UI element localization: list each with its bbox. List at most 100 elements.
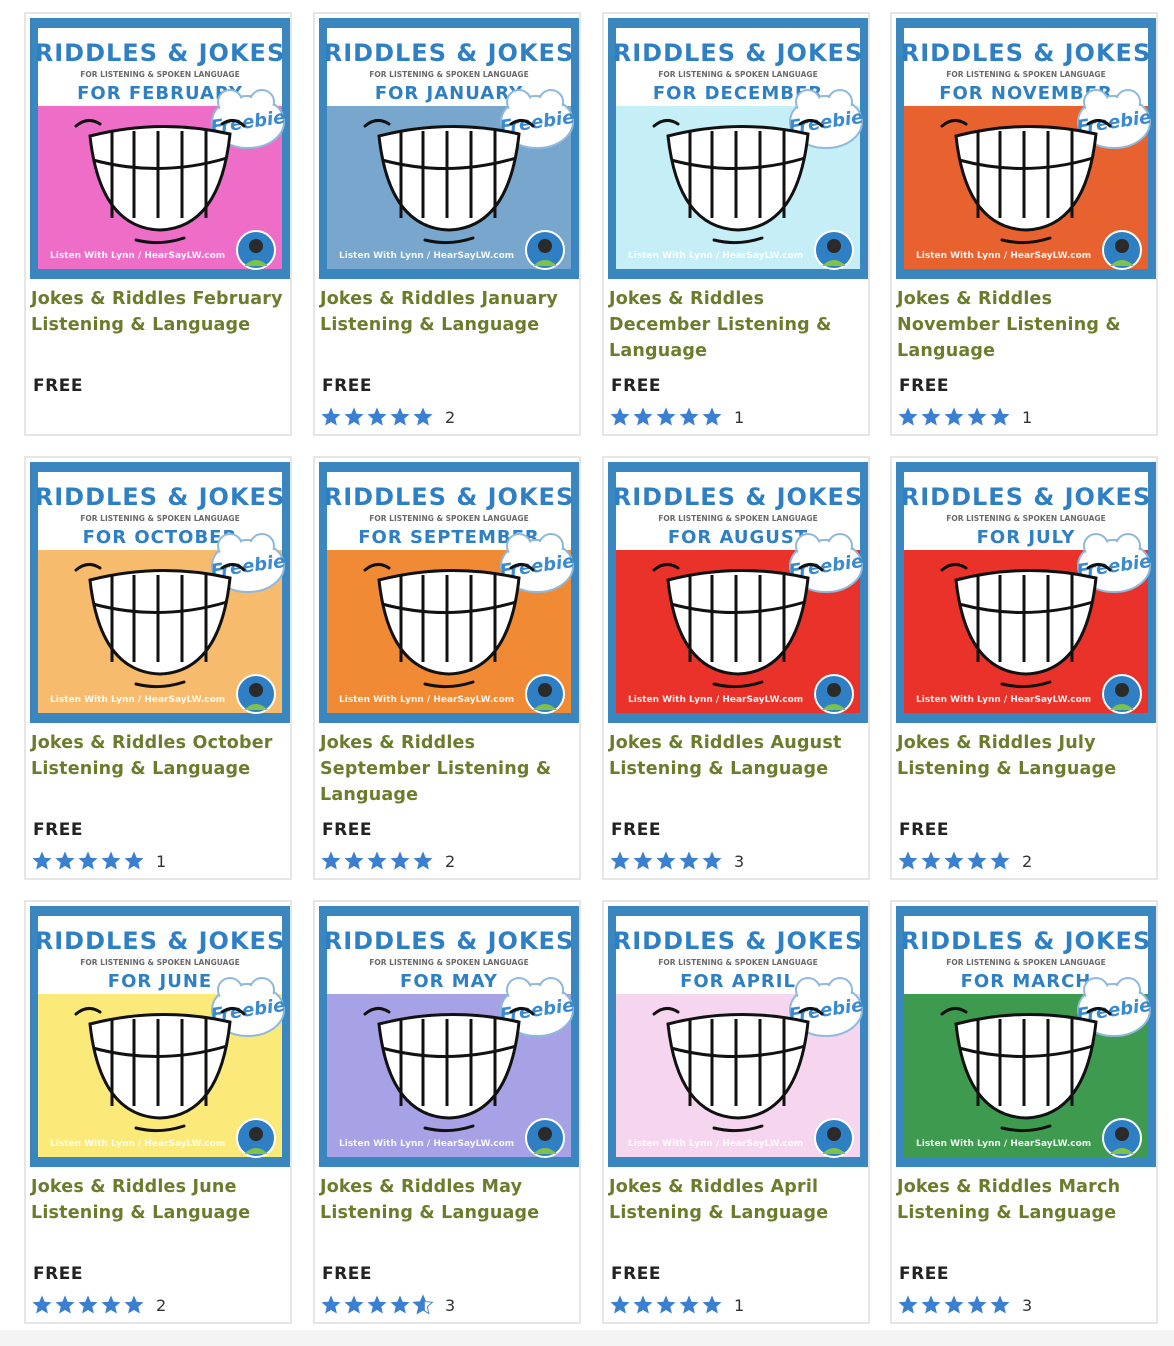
star-icon <box>897 1294 919 1316</box>
product-title-link[interactable]: Jokes & Riddles January Listening & Langu… <box>320 286 578 338</box>
rating-count: 3 <box>1022 1295 1033 1315</box>
product-thumbnail[interactable]: RIDDLES & JOKES FOR LISTENING & SPOKEN LA… <box>30 906 290 1167</box>
thumb-footer-text: Listen With Lynn / HearSayLW.com <box>339 695 514 705</box>
thumb-sub-text: FOR LISTENING & SPOKEN LANGUAGE <box>80 958 239 967</box>
product-rating[interactable]: 1 <box>897 406 1032 428</box>
thumb-header-text: RIDDLES & JOKES <box>35 39 285 67</box>
avatar-logo <box>525 230 565 270</box>
star-icon <box>701 850 723 872</box>
product-card[interactable]: RIDDLES & JOKES FOR LISTENING & SPOKEN LA… <box>602 12 870 436</box>
product-title-line: Jokes & Riddles April <box>609 1177 819 1197</box>
product-title-link[interactable]: Jokes & Riddles February Listening & Lang… <box>31 286 289 338</box>
rating-stars <box>897 1294 1011 1316</box>
product-card[interactable]: RIDDLES & JOKES FOR LISTENING & SPOKEN LA… <box>602 900 870 1324</box>
star-half-icon <box>412 1294 434 1316</box>
thumb-footer-text: Listen With Lynn / HearSayLW.com <box>916 1139 1091 1149</box>
product-rating[interactable]: 2 <box>320 850 455 872</box>
thumb-sub-text: FOR LISTENING & SPOKEN LANGUAGE <box>369 958 528 967</box>
star-icon <box>366 1294 388 1316</box>
thumb-footer-text: Listen With Lynn / HearSayLW.com <box>50 695 225 705</box>
product-card[interactable]: RIDDLES & JOKES FOR LISTENING & SPOKEN LA… <box>890 900 1158 1324</box>
product-title-line: Listening & Language <box>31 759 251 779</box>
product-card[interactable]: RIDDLES & JOKES FOR LISTENING & SPOKEN LA… <box>24 12 292 436</box>
product-rating[interactable]: 3 <box>320 1294 455 1316</box>
thumb-header-text: RIDDLES & JOKES <box>324 39 574 67</box>
thumb-header-text: RIDDLES & JOKES <box>613 927 863 955</box>
thumb-header-text: RIDDLES & JOKES <box>901 39 1151 67</box>
star-icon <box>320 1294 342 1316</box>
product-thumbnail[interactable]: RIDDLES & JOKES FOR LISTENING & SPOKEN LA… <box>608 462 868 723</box>
avatar-logo <box>1102 674 1142 714</box>
product-thumbnail[interactable]: RIDDLES & JOKES FOR LISTENING & SPOKEN LA… <box>608 18 868 279</box>
product-card[interactable]: RIDDLES & JOKES FOR LISTENING & SPOKEN LA… <box>313 12 581 436</box>
product-title-line: Listening & Language <box>897 759 1117 779</box>
product-price: FREE <box>322 820 372 840</box>
product-title-line: Listening & Language <box>609 1203 829 1223</box>
star-icon <box>123 1294 145 1316</box>
product-thumbnail[interactable]: RIDDLES & JOKES FOR LISTENING & SPOKEN LA… <box>608 906 868 1167</box>
thumb-sub-text: FOR LISTENING & SPOKEN LANGUAGE <box>658 958 817 967</box>
thumb-header-text: RIDDLES & JOKES <box>324 483 574 511</box>
product-card[interactable]: RIDDLES & JOKES FOR LISTENING & SPOKEN LA… <box>24 900 292 1324</box>
rating-stars <box>320 406 434 428</box>
product-thumbnail[interactable]: RIDDLES & JOKES FOR LISTENING & SPOKEN LA… <box>30 18 290 279</box>
product-rating[interactable]: 1 <box>31 850 166 872</box>
product-card[interactable]: RIDDLES & JOKES FOR LISTENING & SPOKEN LA… <box>602 456 870 880</box>
product-rating[interactable]: 2 <box>320 406 455 428</box>
rating-stars <box>609 850 723 872</box>
thumb-sub-text: FOR LISTENING & SPOKEN LANGUAGE <box>946 958 1105 967</box>
product-rating[interactable]: 1 <box>609 406 744 428</box>
thumb-sub-text: FOR LISTENING & SPOKEN LANGUAGE <box>369 514 528 523</box>
product-thumbnail[interactable]: RIDDLES & JOKES FOR LISTENING & SPOKEN LA… <box>30 462 290 723</box>
thumb-footer-text: Listen With Lynn / HearSayLW.com <box>628 1139 803 1149</box>
product-title-line: Jokes & Riddles May <box>320 1177 523 1197</box>
thumb-footer-text: Listen With Lynn / HearSayLW.com <box>628 695 803 705</box>
product-rating[interactable]: 2 <box>897 850 1032 872</box>
star-icon <box>920 406 942 428</box>
star-icon <box>966 850 988 872</box>
star-icon <box>632 850 654 872</box>
page-bottom-strip <box>0 1330 1174 1346</box>
product-title-line: Jokes & Riddles February <box>31 289 283 309</box>
product-thumbnail[interactable]: RIDDLES & JOKES FOR LISTENING & SPOKEN LA… <box>319 462 579 723</box>
star-icon <box>655 406 677 428</box>
star-icon <box>943 1294 965 1316</box>
product-price: FREE <box>33 1264 83 1284</box>
product-thumbnail[interactable]: RIDDLES & JOKES FOR LISTENING & SPOKEN LA… <box>896 906 1156 1167</box>
thumb-month-text: FOR MAY <box>400 971 498 992</box>
star-icon <box>920 850 942 872</box>
product-thumbnail[interactable]: RIDDLES & JOKES FOR LISTENING & SPOKEN LA… <box>319 906 579 1167</box>
star-icon <box>897 850 919 872</box>
product-title-link[interactable]: Jokes & Riddles September Listening & Lang… <box>320 730 578 808</box>
product-card[interactable]: RIDDLES & JOKES FOR LISTENING & SPOKEN LA… <box>313 900 581 1324</box>
product-rating[interactable]: 3 <box>897 1294 1032 1316</box>
rating-count: 2 <box>1022 851 1033 871</box>
product-thumbnail[interactable]: RIDDLES & JOKES FOR LISTENING & SPOKEN LA… <box>896 462 1156 723</box>
product-title-link[interactable]: Jokes & Riddles April Listening & Languag… <box>609 1174 867 1226</box>
product-thumbnail[interactable]: RIDDLES & JOKES FOR LISTENING & SPOKEN LA… <box>319 18 579 279</box>
product-price: FREE <box>899 1264 949 1284</box>
product-title-link[interactable]: Jokes & Riddles November Listening & Langu… <box>897 286 1155 364</box>
product-card[interactable]: RIDDLES & JOKES FOR LISTENING & SPOKEN LA… <box>890 12 1158 436</box>
product-title-link[interactable]: Jokes & Riddles October Listening & Langu… <box>31 730 289 782</box>
product-title-link[interactable]: Jokes & Riddles May Listening & Language <box>320 1174 578 1226</box>
star-icon <box>100 850 122 872</box>
thumb-month-text: FOR MARCH <box>961 971 1092 992</box>
product-title-link[interactable]: Jokes & Riddles July Listening & Language <box>897 730 1155 782</box>
star-icon <box>632 406 654 428</box>
product-rating[interactable]: 1 <box>609 1294 744 1316</box>
product-rating[interactable]: 2 <box>31 1294 166 1316</box>
product-rating[interactable]: 3 <box>609 850 744 872</box>
product-thumbnail[interactable]: RIDDLES & JOKES FOR LISTENING & SPOKEN LA… <box>896 18 1156 279</box>
product-card[interactable]: RIDDLES & JOKES FOR LISTENING & SPOKEN LA… <box>313 456 581 880</box>
thumb-month-text: FOR JULY <box>977 527 1076 548</box>
product-title-link[interactable]: Jokes & Riddles August Listening & Langua… <box>609 730 867 782</box>
product-card[interactable]: RIDDLES & JOKES FOR LISTENING & SPOKEN LA… <box>890 456 1158 880</box>
product-title-link[interactable]: Jokes & Riddles December Listening & Langu… <box>609 286 867 364</box>
product-title-line: Jokes & Riddles March <box>897 1177 1121 1197</box>
product-price: FREE <box>33 820 83 840</box>
rating-count: 2 <box>445 851 456 871</box>
product-title-link[interactable]: Jokes & Riddles June Listening & Language <box>31 1174 289 1226</box>
product-title-link[interactable]: Jokes & Riddles March Listening & Languag… <box>897 1174 1155 1226</box>
product-card[interactable]: RIDDLES & JOKES FOR LISTENING & SPOKEN LA… <box>24 456 292 880</box>
